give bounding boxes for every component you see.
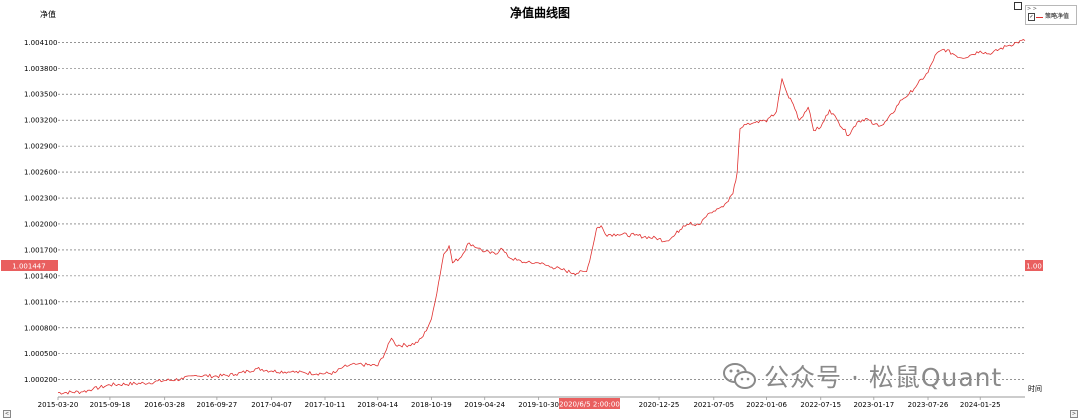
x-tick-label: 2017-10-11 [305, 401, 346, 409]
legend-collapse-toggle[interactable]: > > [1027, 6, 1037, 12]
x-tick-label: 2018-10-19 [411, 401, 452, 409]
y-axis-label: 净值 [40, 9, 56, 19]
watermark-text: 公众号 · 松鼠Quant [764, 363, 1003, 392]
chart-title: 净值曲线图 [510, 5, 570, 20]
y-tick-label: 1.003200 [24, 117, 57, 125]
y-tick-label: 1.002300 [24, 195, 57, 203]
y-tick-labels: 1.004100 1.003800 1.003500 1.003200 1.002900… [24, 39, 57, 384]
y-tick-label: 1.003800 [24, 65, 57, 73]
x-tick-label: 2023-07-26 [908, 401, 949, 409]
x-tick-label: 2022-01-06 [746, 401, 787, 409]
watermark: 公众号 · 松鼠Quant [722, 358, 1002, 394]
legend: > > ✓ 策略净值 [1025, 5, 1077, 25]
y-cursor-label: 1.001447 [12, 263, 45, 271]
x-tick-label: 2015-03-20 [38, 401, 79, 409]
series-group [57, 39, 1026, 395]
x-cursor-label: 2020/6/5 2:00:00 [559, 401, 620, 409]
legend-series-swatch [1036, 17, 1043, 18]
x-tick-label: 2020-12-25 [639, 401, 680, 409]
y-tick-label: 1.003500 [24, 91, 57, 99]
y-tick-label: 1.002600 [24, 169, 57, 177]
x-tick-label: 2019-04-24 [464, 401, 505, 409]
y-tick-label: 1.001100 [24, 298, 57, 306]
x-tick-label: 2022-07-15 [800, 401, 841, 409]
y-tick-label: 1.000200 [24, 376, 57, 384]
x-tick-labels: 2015-03-20 2015-09-18 2016-03-28 2016-09-27… [38, 397, 1001, 409]
x-tick-label: 2017-04-07 [251, 401, 292, 409]
chart: 净值曲线图 净值 时间 1.0041001.0038001.0035001.00… [1, 5, 1043, 409]
x-cursor-marker: 2020/6/5 2:00:00 [559, 398, 620, 409]
scroll-right-button[interactable]: > [1070, 410, 1078, 418]
legend-series-label: 策略净值 [1045, 13, 1070, 20]
y-tick-label: 1.000800 [24, 324, 57, 332]
x-tick-label: 2016-03-28 [144, 401, 185, 409]
series-line-1 [57, 39, 1026, 395]
y-tick-label: 1.001400 [24, 272, 57, 280]
x-tick-label: 2023-01-17 [853, 401, 894, 409]
right-cursor-label: 1.00 [1026, 263, 1042, 271]
gridlines [58, 42, 1025, 380]
y-tick-label: 1.004100 [24, 39, 57, 47]
y-cursor-marker: 1.001447 [1, 260, 58, 271]
y-tick-label: 1.002000 [24, 220, 57, 228]
x-tick-label: 2024-01-25 [960, 401, 1001, 409]
right-cursor-marker: 1.00 [1025, 260, 1043, 271]
y-tick-label: 1.002900 [24, 143, 57, 151]
wechat-icon [723, 363, 756, 389]
x-tick-label: 2018-04-14 [357, 401, 398, 409]
x-tick-label: 2019-10-30 [518, 401, 559, 409]
legend-series-checkbox[interactable]: ✓ [1028, 13, 1035, 21]
scroll-left-button[interactable]: < [3, 410, 11, 418]
maximize-box[interactable] [1014, 2, 1022, 10]
x-tick-label: 2015-09-18 [90, 401, 131, 409]
y-tick-label: 1.000500 [24, 350, 57, 358]
x-axis-label: 时间 [1028, 384, 1042, 393]
y-tick-label: 1.001700 [24, 246, 57, 254]
x-tick-label: 2021-07-05 [693, 401, 734, 409]
x-tick-label: 2016-09-27 [197, 401, 238, 409]
